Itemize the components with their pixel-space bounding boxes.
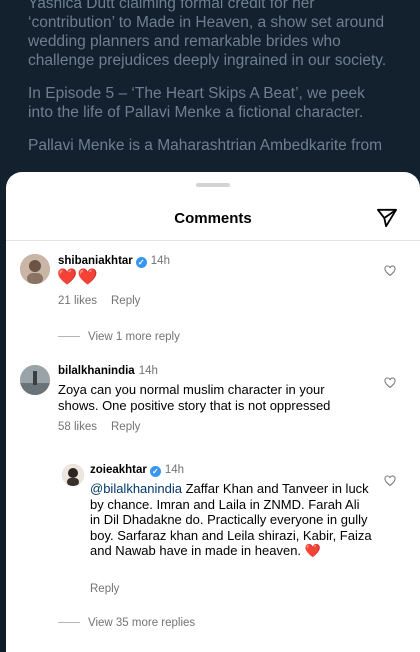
verified-badge-icon: ✓ (149, 466, 161, 477)
view-replies-link[interactable]: View 1 more reply (58, 331, 180, 343)
timestamp: 14h (164, 464, 185, 476)
username[interactable]: shibaniakhtar (58, 255, 133, 267)
username[interactable]: zoieakhtar (90, 464, 147, 476)
username[interactable]: bilalkhanindia (58, 365, 135, 377)
view-replies-link[interactable]: View 35 more replies (58, 617, 195, 629)
header-divider (6, 240, 420, 241)
likes-count[interactable]: 21 likes (58, 295, 97, 307)
heart-outline-icon[interactable] (384, 377, 396, 389)
comment-text: ❤️❤️ (57, 269, 99, 286)
avatar[interactable] (20, 254, 50, 284)
comment-header: bilalkhanindia 14h (58, 365, 158, 377)
comment-meta: 21 likes Reply (58, 295, 154, 307)
caption-paragraph: Pallavi Menke is a Maharashtrian Ambedka… (28, 137, 383, 154)
mention-link[interactable]: @bilalkhanindia (90, 481, 182, 496)
divider-line (58, 622, 80, 624)
view-replies-label[interactable]: View 35 more replies (88, 617, 195, 629)
view-replies-label[interactable]: View 1 more reply (88, 331, 180, 343)
caption-paragraph: In Episode 5 – ‘The Heart Skips A Beat’,… (28, 85, 365, 121)
reply-button[interactable]: Reply (111, 421, 140, 433)
sheet-title: Comments (174, 210, 252, 227)
reply-text: @bilalkhanindia Zaffar Khan and Tanveer … (90, 481, 372, 559)
divider-line (58, 336, 80, 338)
comment-meta: 58 likes Reply (58, 421, 154, 433)
reply-header: zoieakhtar ✓ 14h (90, 464, 184, 477)
comment-text: Zoya can you normal muslim character in … (58, 382, 331, 413)
reply-button[interactable]: Reply (111, 295, 140, 307)
reply-meta: Reply (90, 583, 133, 595)
timestamp: 14h (150, 255, 170, 267)
avatar[interactable] (20, 365, 50, 395)
post-caption-background: Yashica Dutt claiming formal credit for … (0, 0, 420, 200)
reply-button[interactable]: Reply (90, 583, 119, 595)
send-icon[interactable] (376, 208, 398, 228)
likes-count[interactable]: 58 likes (58, 421, 97, 433)
timestamp: 14h (138, 365, 158, 377)
caption-paragraph: Yashica Dutt claiming formal credit for … (28, 0, 387, 69)
verified-badge-icon: ✓ (135, 257, 147, 268)
sheet-drag-handle[interactable] (196, 183, 230, 187)
heart-outline-icon[interactable] (384, 475, 396, 487)
heart-outline-icon[interactable] (384, 265, 396, 277)
avatar[interactable] (62, 464, 84, 486)
comments-sheet: Comments shibaniakhtar ✓ 14h ❤️❤️ 21 likes… (6, 172, 420, 652)
comment-header: shibaniakhtar ✓ 14h (58, 255, 170, 268)
